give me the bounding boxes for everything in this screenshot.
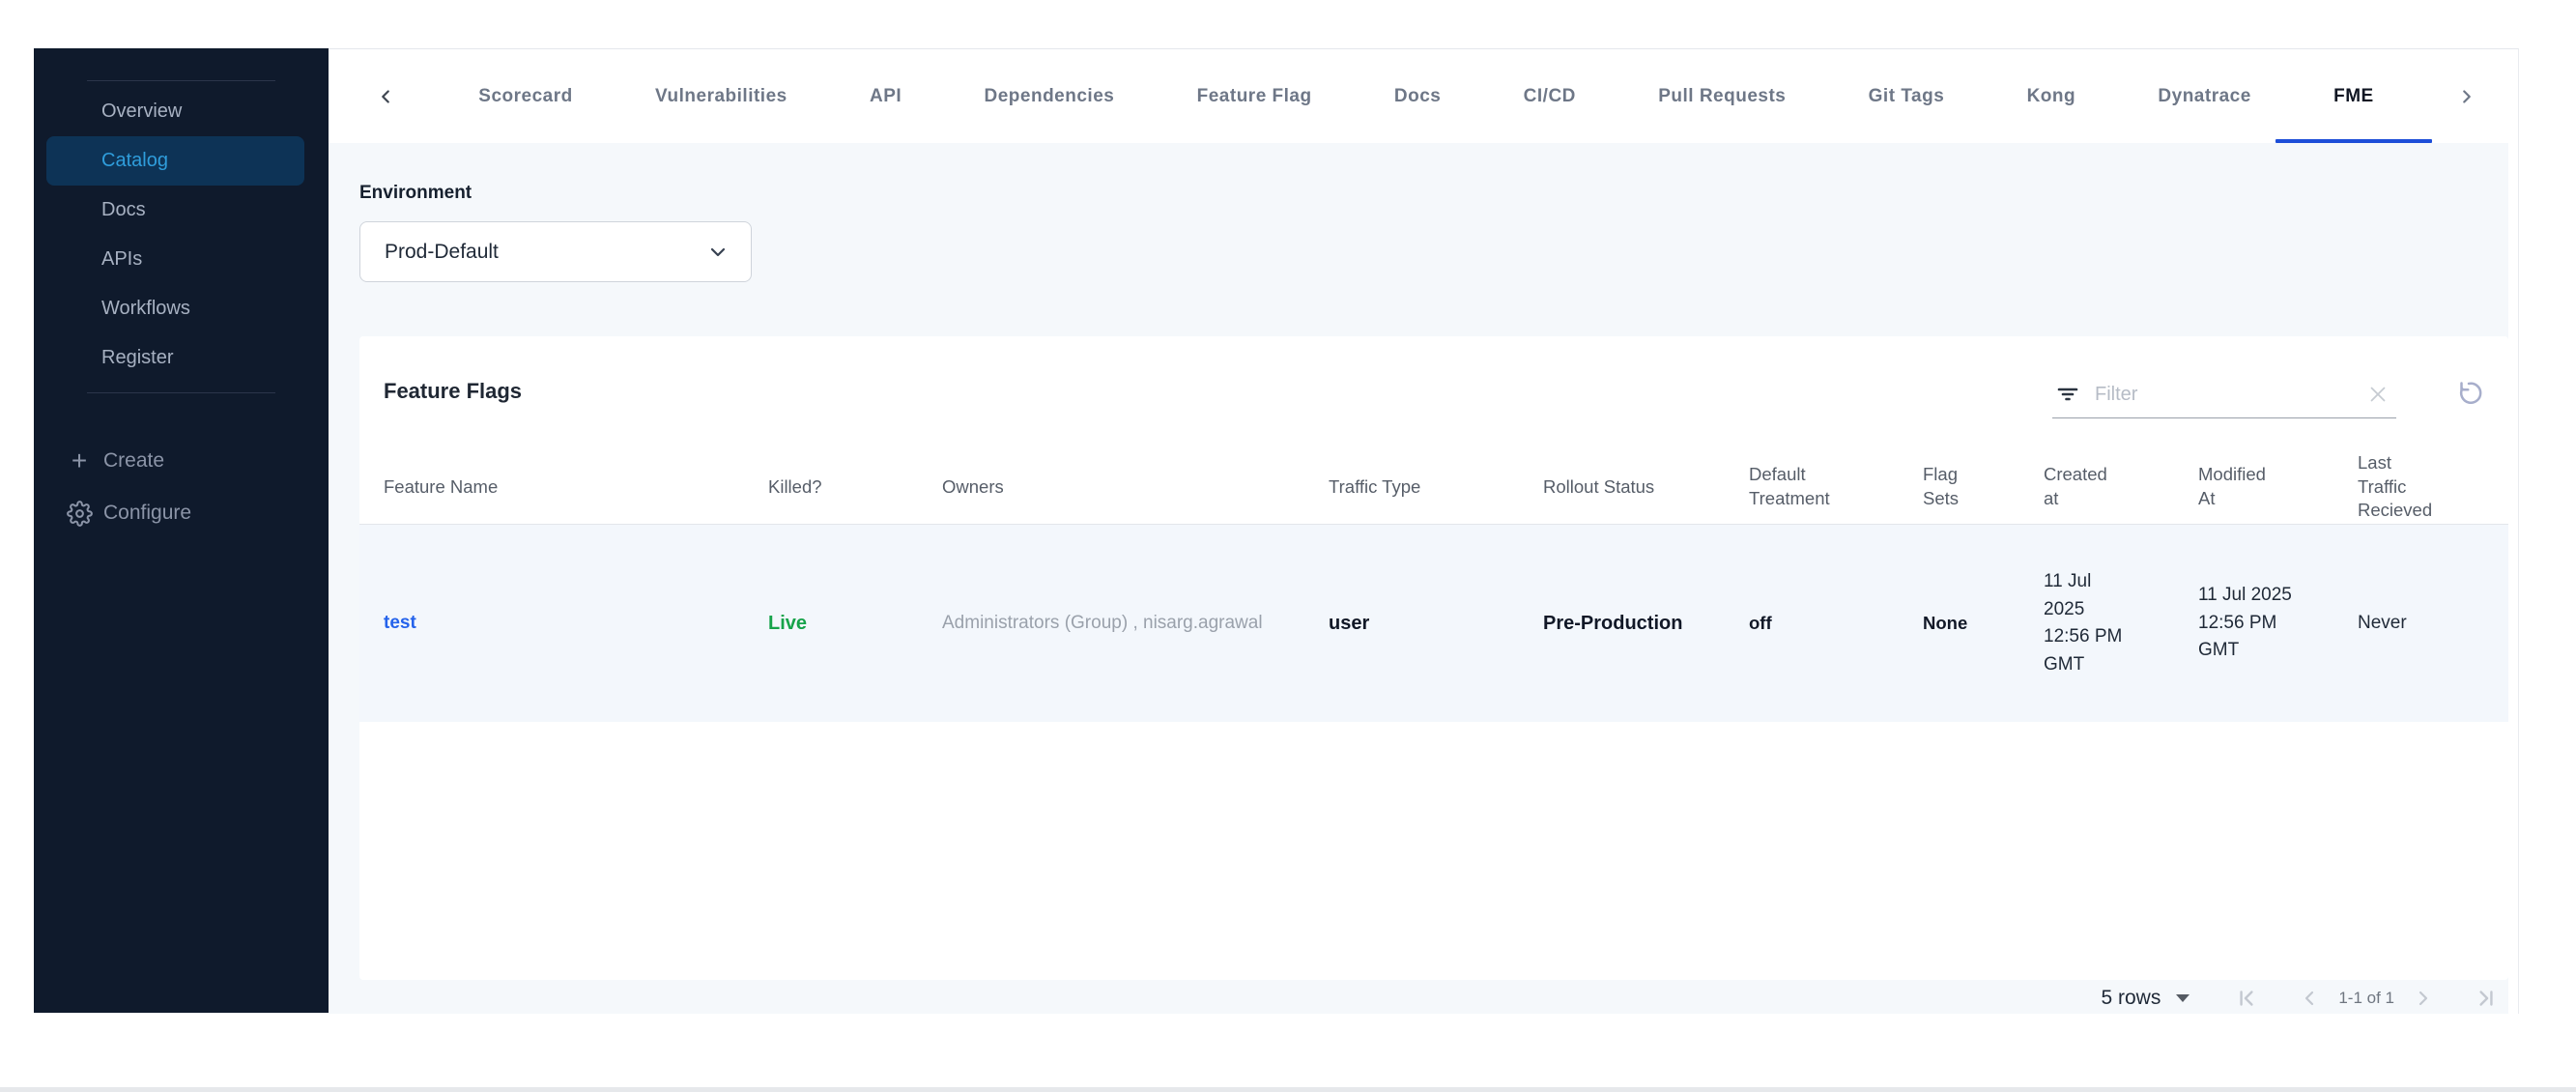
tab-kong[interactable]: Kong — [2027, 49, 2076, 143]
pagination-range-label: 1-1 of 1 — [2338, 989, 2394, 1007]
environment-select[interactable]: Prod-Default — [359, 221, 752, 282]
gear-icon — [63, 500, 96, 527]
sidebar-item-overview[interactable]: Overview — [34, 87, 329, 136]
rows-per-page-value: 5 rows — [2101, 987, 2161, 1009]
tab-vulnerabilities[interactable]: Vulnerabilities — [655, 49, 787, 143]
sidebar-item-catalog[interactable]: Catalog — [46, 136, 304, 186]
filter-input[interactable] — [2093, 382, 2365, 407]
refresh-icon[interactable] — [2454, 379, 2483, 408]
tab-git-tags[interactable]: Git Tags — [1869, 49, 1945, 143]
feature-flags-panel: Feature Flags Fe — [359, 336, 2508, 980]
column-header-created-at: Created at — [2044, 464, 2107, 508]
chevron-down-icon — [706, 241, 730, 264]
pagination-bar: 5 rows 1-1 of 1 — [2101, 978, 2499, 1019]
tab-api[interactable]: API — [870, 49, 902, 143]
previous-page-button[interactable] — [2298, 987, 2321, 1010]
cell-default-treatment: off — [1749, 613, 1772, 634]
cell-created-at: 11 Jul 2025 12:56 PM GMT — [2044, 571, 2123, 675]
cell-rollout-status: Pre-Production — [1543, 613, 1683, 634]
column-header-killed: Killed? — [768, 475, 822, 497]
tabs-scroll-right-button[interactable] — [2456, 86, 2477, 107]
sidebar-item-docs[interactable]: Docs — [34, 186, 329, 235]
sidebar-divider — [87, 392, 275, 393]
table-row[interactable]: test Live Administrators (Group) , nisar… — [384, 525, 2508, 722]
rows-per-page-select[interactable]: 5 rows — [2101, 987, 2190, 1010]
column-header-default-treatment: Default Treatment — [1749, 464, 1830, 508]
sidebar: Overview Catalog Docs APIs Workflows Reg… — [34, 48, 329, 1013]
caret-down-icon — [2176, 994, 2190, 1002]
main-content: Scorecard Vulnerabilities API Dependenci… — [329, 48, 2519, 1014]
plus-icon: + — [71, 445, 88, 475]
column-header-flag-sets: Flag Sets — [1923, 464, 1960, 508]
first-page-button[interactable] — [2234, 986, 2259, 1011]
configure-button[interactable]: Configure — [34, 487, 329, 539]
column-header-traffic-type: Traffic Type — [1329, 475, 1421, 497]
entity-tab-bar: Scorecard Vulnerabilities API Dependenci… — [329, 49, 2518, 143]
tab-pull-requests[interactable]: Pull Requests — [1658, 49, 1786, 143]
sidebar-divider — [87, 80, 275, 81]
cell-modified-at: 11 Jul 2025 12:56 PM GMT — [2198, 585, 2292, 661]
clear-filter-icon[interactable] — [2365, 382, 2390, 407]
last-page-button[interactable] — [2474, 986, 2499, 1011]
bottom-edge-strip — [0, 1087, 2576, 1092]
environment-label: Environment — [359, 183, 472, 203]
table-header-row: Feature Name Killed? Owners Traffic Type… — [384, 450, 2508, 524]
column-header-last-traffic-recieved: Last Traffic Recieved — [2358, 451, 2433, 521]
tab-dependencies[interactable]: Dependencies — [985, 49, 1115, 143]
column-header-feature-name: Feature Name — [384, 475, 499, 497]
tab-feature-flag[interactable]: Feature Flag — [1197, 49, 1312, 143]
cell-traffic-type: user — [1329, 613, 1370, 634]
tabs-scroll-left-button[interactable] — [375, 86, 396, 107]
sidebar-item-register[interactable]: Register — [34, 333, 329, 383]
tab-fme[interactable]: FME — [2333, 49, 2374, 143]
create-button[interactable]: + Create — [34, 435, 329, 487]
cell-owners: Administrators (Group) , nisarg.agrawal — [942, 612, 1263, 633]
environment-selected-value: Prod-Default — [385, 240, 499, 263]
tab-scorecard[interactable]: Scorecard — [478, 49, 572, 143]
column-header-modified-at: Modified At — [2198, 464, 2266, 508]
tab-ci-cd[interactable]: CI/CD — [1524, 49, 1576, 143]
cell-flag-sets: None — [1923, 613, 1968, 634]
cell-feature-name[interactable]: test — [384, 610, 768, 638]
tab-panel-fme: Environment Prod-Default Feature Flags F… — [329, 143, 2508, 1014]
column-header-owners: Owners — [942, 475, 1004, 497]
cell-killed-status: Live — [768, 613, 808, 634]
panel-title: Feature Flags — [384, 379, 523, 403]
tab-docs[interactable]: Docs — [1394, 49, 1441, 143]
sidebar-item-apis[interactable]: APIs — [34, 235, 329, 284]
sidebar-item-workflows[interactable]: Workflows — [34, 284, 329, 333]
filter-field — [2052, 371, 2396, 418]
tab-dynatrace[interactable]: Dynatrace — [2158, 49, 2250, 143]
filter-icon — [2056, 383, 2079, 406]
next-page-button[interactable] — [2412, 987, 2435, 1010]
column-header-rollout-status: Rollout Status — [1543, 475, 1655, 497]
cell-last-traffic-recieved: Never — [2358, 612, 2407, 633]
